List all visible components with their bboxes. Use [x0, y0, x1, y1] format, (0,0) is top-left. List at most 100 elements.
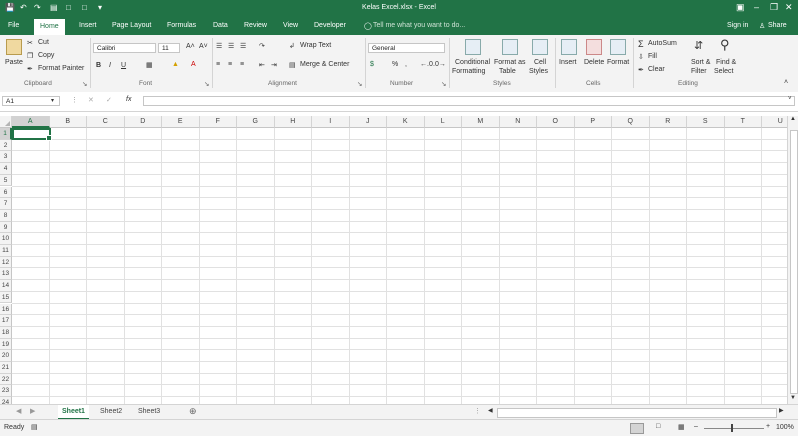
font-name-select[interactable]: Calibri	[93, 43, 156, 53]
merge-center-button[interactable]: Merge & Center	[300, 61, 349, 68]
prev-sheet-icon[interactable]: ◀	[16, 407, 21, 415]
wrap-text-button[interactable]: Wrap Text	[300, 42, 331, 49]
scroll-right-icon[interactable]: ▶	[779, 407, 784, 414]
row-header[interactable]: 4	[0, 163, 12, 175]
format-as-table-icon[interactable]	[502, 39, 518, 55]
delete-cells-icon[interactable]	[586, 39, 602, 55]
row-header[interactable]: 12	[0, 256, 12, 269]
italic-button[interactable]: I	[109, 62, 111, 69]
row-header[interactable]: 1	[0, 128, 12, 140]
orientation-icon[interactable]: ↷	[259, 42, 265, 50]
sheet-tab-sheet3[interactable]: Sheet3	[134, 405, 164, 418]
tab-formulas[interactable]: Formulas	[167, 22, 196, 29]
row-header[interactable]: 14	[0, 280, 12, 292]
share-button[interactable]: Share	[768, 22, 787, 29]
percent-button[interactable]: %	[392, 61, 398, 68]
scroll-up-icon[interactable]: ▲	[790, 116, 796, 122]
row-header[interactable]: 9	[0, 221, 12, 234]
font-color-icon[interactable]: A	[191, 61, 196, 68]
align-left-icon[interactable]: ≡	[216, 61, 220, 68]
page-layout-view-icon[interactable]: □	[656, 423, 660, 430]
column-header[interactable]: N	[499, 116, 537, 128]
restore-icon[interactable]: ❐	[770, 2, 778, 13]
tab-split-handle[interactable]: ⋮	[474, 407, 481, 415]
scroll-down-icon[interactable]: ▼	[790, 395, 796, 401]
active-cell-a1[interactable]	[12, 128, 52, 141]
autosum-button[interactable]: AutoSum	[648, 40, 677, 47]
zoom-in-icon[interactable]: +	[766, 423, 770, 430]
align-top-icon[interactable]: ☰	[216, 42, 222, 50]
scroll-left-icon[interactable]: ◀	[488, 407, 493, 414]
row-header[interactable]: 22	[0, 373, 12, 386]
column-header[interactable]: B	[49, 116, 87, 128]
tab-developer[interactable]: Developer	[314, 22, 346, 29]
column-header[interactable]: A	[12, 116, 50, 128]
macro-record-icon[interactable]: ▤	[31, 423, 38, 431]
minimize-icon[interactable]: –	[754, 2, 759, 12]
format-cells-button[interactable]: Format	[607, 59, 629, 66]
copy-button[interactable]: Copy	[38, 52, 54, 59]
sign-in-link[interactable]: Sign in	[727, 22, 748, 29]
confirm-entry-icon[interactable]: ✓	[106, 96, 112, 104]
cell-styles-button[interactable]: Cell	[534, 59, 546, 66]
column-header[interactable]: G	[237, 116, 275, 128]
row-header[interactable]: 24	[0, 397, 12, 404]
delete-cells-button[interactable]: Delete	[584, 59, 604, 66]
align-right-icon[interactable]: ≡	[240, 61, 244, 68]
alignment-launcher-icon[interactable]: ↘	[357, 80, 362, 88]
row-header[interactable]: 13	[0, 268, 12, 281]
collapse-ribbon-icon[interactable]: ˄	[784, 79, 788, 86]
new-sheet-icon[interactable]: ⊕	[189, 406, 197, 417]
find-select-button[interactable]: Find &	[716, 59, 736, 66]
find-select-icon[interactable]: ⚲	[720, 37, 730, 53]
clipboard-launcher-icon[interactable]: ↘	[82, 80, 87, 88]
row-header[interactable]: 5	[0, 174, 12, 187]
row-header[interactable]: 23	[0, 385, 12, 398]
column-header[interactable]: L	[424, 116, 462, 128]
column-header[interactable]: U	[762, 116, 787, 128]
tab-page-layout[interactable]: Page Layout	[112, 22, 151, 29]
ribbon-display-icon[interactable]: ▣	[736, 2, 745, 13]
tab-home[interactable]: Home	[34, 19, 65, 35]
number-format-select[interactable]: General	[368, 43, 445, 53]
row-header[interactable]: 17	[0, 315, 12, 327]
decrease-indent-icon[interactable]: ⇤	[259, 61, 265, 69]
vertical-scrollbar[interactable]: ▲ ▼	[787, 116, 798, 404]
number-launcher-icon[interactable]: ↘	[441, 80, 446, 88]
cancel-entry-icon[interactable]: ✕	[88, 96, 94, 104]
column-header[interactable]: O	[537, 116, 575, 128]
column-header[interactable]: K	[387, 116, 425, 128]
tell-me-box[interactable]: Tell me what you want to do...	[373, 22, 465, 29]
comma-button[interactable]: ,	[405, 61, 407, 68]
increase-font-icon[interactable]: A˄	[186, 43, 195, 50]
clear-button[interactable]: Clear	[648, 66, 665, 73]
normal-view-icon[interactable]	[630, 423, 644, 434]
font-launcher-icon[interactable]: ↘	[204, 80, 209, 88]
row-header[interactable]: 2	[0, 139, 12, 152]
tab-file[interactable]: File	[8, 22, 19, 29]
tab-review[interactable]: Review	[244, 22, 267, 29]
row-header[interactable]: 7	[0, 198, 12, 210]
paste-icon[interactable]	[6, 39, 22, 55]
bold-button[interactable]: B	[96, 62, 101, 69]
column-header[interactable]: T	[724, 116, 762, 128]
row-header[interactable]: 11	[0, 245, 12, 257]
insert-cells-button[interactable]: Insert	[559, 59, 577, 66]
insert-cells-icon[interactable]	[561, 39, 577, 55]
sort-filter-icon[interactable]: ⇵	[694, 39, 703, 52]
row-header[interactable]: 16	[0, 303, 12, 316]
column-header[interactable]: R	[649, 116, 687, 128]
zoom-out-icon[interactable]: –	[694, 423, 698, 430]
worksheet-grid[interactable]: ABCDEFGHIJKLMNOPQRSTU 1 2 3 4 5 6 7 8 9 10 11 12 13 1…	[0, 116, 787, 404]
cut-button[interactable]: Cut	[38, 39, 49, 46]
zoom-slider-thumb[interactable]	[731, 424, 733, 432]
underline-button[interactable]: U	[121, 62, 126, 69]
close-icon[interactable]: ✕	[785, 2, 793, 13]
column-header[interactable]: J	[349, 116, 387, 128]
row-header[interactable]: 15	[0, 291, 12, 304]
paste-button[interactable]: Paste	[5, 59, 23, 66]
next-sheet-icon[interactable]: ▶	[30, 407, 35, 415]
fill-color-icon[interactable]: ▲	[172, 61, 179, 68]
row-header[interactable]: 21	[0, 362, 12, 374]
expand-formula-icon[interactable]: ˅	[788, 96, 792, 102]
